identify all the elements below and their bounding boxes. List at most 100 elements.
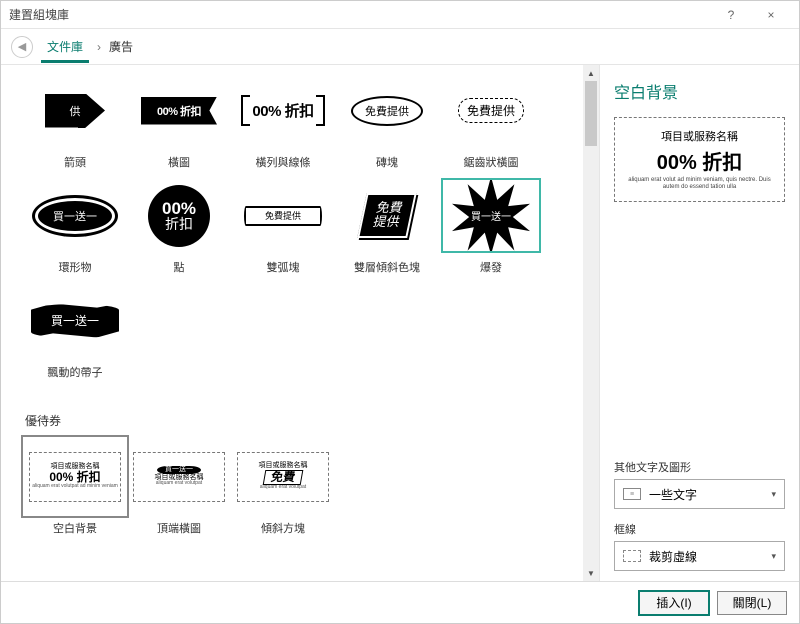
thumb: 00% 折扣 [233, 73, 333, 148]
coupon-shape: 項目或服務名稱 00% 折扣 aliquam erat volutpat ad … [29, 452, 121, 502]
thumb: 項目或服務名稱 00% 折扣 aliquam erat volutpat ad … [25, 439, 125, 514]
scroll-up-button[interactable]: ▲ [583, 65, 599, 81]
thumb: 免費提供 [441, 73, 541, 148]
close-button[interactable]: 關閉(L) [717, 591, 787, 615]
thumb: 00% 折扣 [129, 73, 229, 148]
help-button[interactable]: ? [711, 8, 751, 22]
thumb: 買一送一 [25, 283, 125, 358]
coupon-shape: 買一送一 項目或服務名稱 aliquam erat volutpat [133, 452, 225, 502]
gallery-item-coupon-blank[interactable]: 項目或服務名稱 00% 折扣 aliquam erat volutpat ad … [25, 439, 125, 536]
thumb: 免費提供 [337, 178, 437, 253]
bracket-shape: 00% 折扣 [244, 98, 321, 123]
preview-line3: aliquam erat volut ad minim veniam, quis… [623, 177, 776, 191]
scallop-shape: 免費提供 [458, 98, 524, 123]
thumb: 項目或服務名稱 免費 aliquam erat volutpat [233, 439, 333, 514]
coupon-shape: 項目或服務名稱 免費 aliquam erat volutpat [237, 452, 329, 502]
caption: 傾斜方塊 [233, 520, 333, 536]
gallery-item-arrow[interactable]: 供 箭頭 [25, 73, 125, 170]
burst-shape: 買一送一 [452, 178, 530, 253]
insert-button[interactable]: 插入(I) [639, 591, 709, 615]
caption: 爆發 [441, 259, 541, 275]
field-label-border: 框線 [614, 521, 785, 537]
thumb: 00%折扣 [129, 178, 229, 253]
side-title: 空白背景 [614, 79, 785, 103]
window-title: 建置組塊庫 [9, 6, 711, 23]
dot-shape: 00%折扣 [148, 185, 210, 247]
text-icon: ≡ [623, 488, 641, 500]
coupon-l2: 免費 [263, 470, 304, 485]
biarc-shape: 免費提供 [244, 206, 322, 226]
gallery-item-brick[interactable]: 免費提供 磚塊 [337, 73, 437, 170]
gallery-item-wave[interactable]: 買一送一 飄動的帶子 [25, 283, 125, 380]
coupon-l1: 買一送一 [157, 466, 201, 474]
scroll-thumb[interactable] [585, 81, 597, 146]
scroll-down-button[interactable]: ▼ [583, 565, 599, 581]
gallery-item-flag[interactable]: 00% 折扣 橫圖 [129, 73, 229, 170]
close-button[interactable]: × [751, 8, 791, 22]
gallery: 供 箭頭 00% 折扣 橫圖 00% 折扣 橫列與線條 免費提供 磚塊 免費提供… [1, 65, 583, 581]
chevron-left-icon: ◀ [18, 40, 26, 53]
chevron-down-icon: ▾ [771, 489, 776, 500]
scroll-track[interactable] [583, 81, 599, 565]
chevron-down-icon: ▾ [771, 551, 776, 562]
flag-shape: 00% 折扣 [141, 97, 217, 125]
brick-shape: 免費提供 [351, 96, 423, 126]
field-label-text-graphics: 其他文字及圖形 [614, 459, 785, 475]
border-icon [623, 550, 641, 562]
coupon-l3: aliquam erat volutpat [260, 485, 306, 491]
gallery-row: 項目或服務名稱 00% 折扣 aliquam erat volutpat ad … [25, 439, 579, 544]
caption: 橫列與線條 [233, 154, 333, 170]
gallery-item-scallop[interactable]: 免費提供 鋸齒狀橫圖 [441, 73, 541, 170]
thumb: 供 [25, 73, 125, 148]
breadcrumb-sep: › [97, 40, 101, 54]
gallery-item-burst[interactable]: 買一送一 爆發 [441, 178, 541, 275]
slant-l2: 提供 [372, 216, 398, 230]
gallery-item-coupon-top[interactable]: 買一送一 項目或服務名稱 aliquam erat volutpat 頂端橫圖 [129, 439, 229, 536]
back-button[interactable]: ◀ [11, 36, 33, 58]
side-panel: 空白背景 項目或服務名稱 00% 折扣 aliquam erat volut a… [599, 65, 799, 581]
coupon-l3: aliquam erat volutpat ad minim veniam [32, 484, 118, 490]
titlebar: 建置組塊庫 ? × [1, 1, 799, 29]
arrow-shape: 供 [45, 94, 105, 128]
preview-line2: 00% 折扣 [623, 146, 776, 175]
combo-value: 一些文字 [649, 486, 697, 503]
gallery-row: 買一送一 環形物 00%折扣 點 免費提供 雙弧塊 免費提供 雙層傾斜色塊 買一… [25, 178, 579, 283]
preview-line1: 項目或服務名稱 [623, 128, 776, 144]
caption: 空白背景 [25, 520, 125, 536]
breadcrumb-root[interactable]: 文件庫 [41, 30, 89, 63]
wave-shape: 買一送一 [31, 304, 119, 338]
main: 供 箭頭 00% 折扣 橫圖 00% 折扣 橫列與線條 免費提供 磚塊 免費提供… [1, 65, 799, 581]
gallery-row: 買一送一 飄動的帶子 [25, 283, 579, 388]
caption: 雙弧塊 [233, 259, 333, 275]
dot-small: 折扣 [165, 217, 193, 231]
section-title: 優待券 [25, 412, 579, 429]
gallery-item-ellipse[interactable]: 買一送一 環形物 [25, 178, 125, 275]
gallery-item-bracket[interactable]: 00% 折扣 橫列與線條 [233, 73, 333, 170]
slant-shape: 免費提供 [357, 193, 416, 238]
combo-border[interactable]: 裁剪虛線 ▾ [614, 541, 785, 571]
gallery-item-slant[interactable]: 免費提供 雙層傾斜色塊 [337, 178, 437, 275]
gallery-item-dot[interactable]: 00%折扣 點 [129, 178, 229, 275]
caption: 飄動的帶子 [25, 364, 125, 380]
gallery-row: 供 箭頭 00% 折扣 橫圖 00% 折扣 橫列與線條 免費提供 磚塊 免費提供… [25, 73, 579, 178]
thumb: 免費提供 [337, 73, 437, 148]
breadcrumb: ◀ 文件庫 › 廣告 [1, 29, 799, 65]
footer: 插入(I) 關閉(L) [1, 581, 799, 623]
coupon-l1: 項目或服務名稱 [259, 462, 308, 470]
thumb: 買一送一 項目或服務名稱 aliquam erat volutpat [129, 439, 229, 514]
caption: 橫圖 [129, 154, 229, 170]
gallery-item-coupon-slant[interactable]: 項目或服務名稱 免費 aliquam erat volutpat 傾斜方塊 [233, 439, 333, 536]
caption: 頂端橫圖 [129, 520, 229, 536]
ellipse-shape: 買一送一 [35, 198, 115, 234]
coupon-l3: aliquam erat volutpat [156, 481, 202, 487]
thumb: 免費提供 [233, 178, 333, 253]
combo-text-graphics[interactable]: ≡ 一些文字 ▾ [614, 479, 785, 509]
caption: 鋸齒狀橫圖 [441, 154, 541, 170]
gallery-item-biarc[interactable]: 免費提供 雙弧塊 [233, 178, 333, 275]
breadcrumb-current: 廣告 [109, 38, 133, 55]
combo-value: 裁剪虛線 [649, 548, 697, 565]
caption: 磚塊 [337, 154, 437, 170]
scrollbar[interactable]: ▲ ▼ [583, 65, 599, 581]
caption: 雙層傾斜色塊 [337, 259, 437, 275]
caption: 箭頭 [25, 154, 125, 170]
